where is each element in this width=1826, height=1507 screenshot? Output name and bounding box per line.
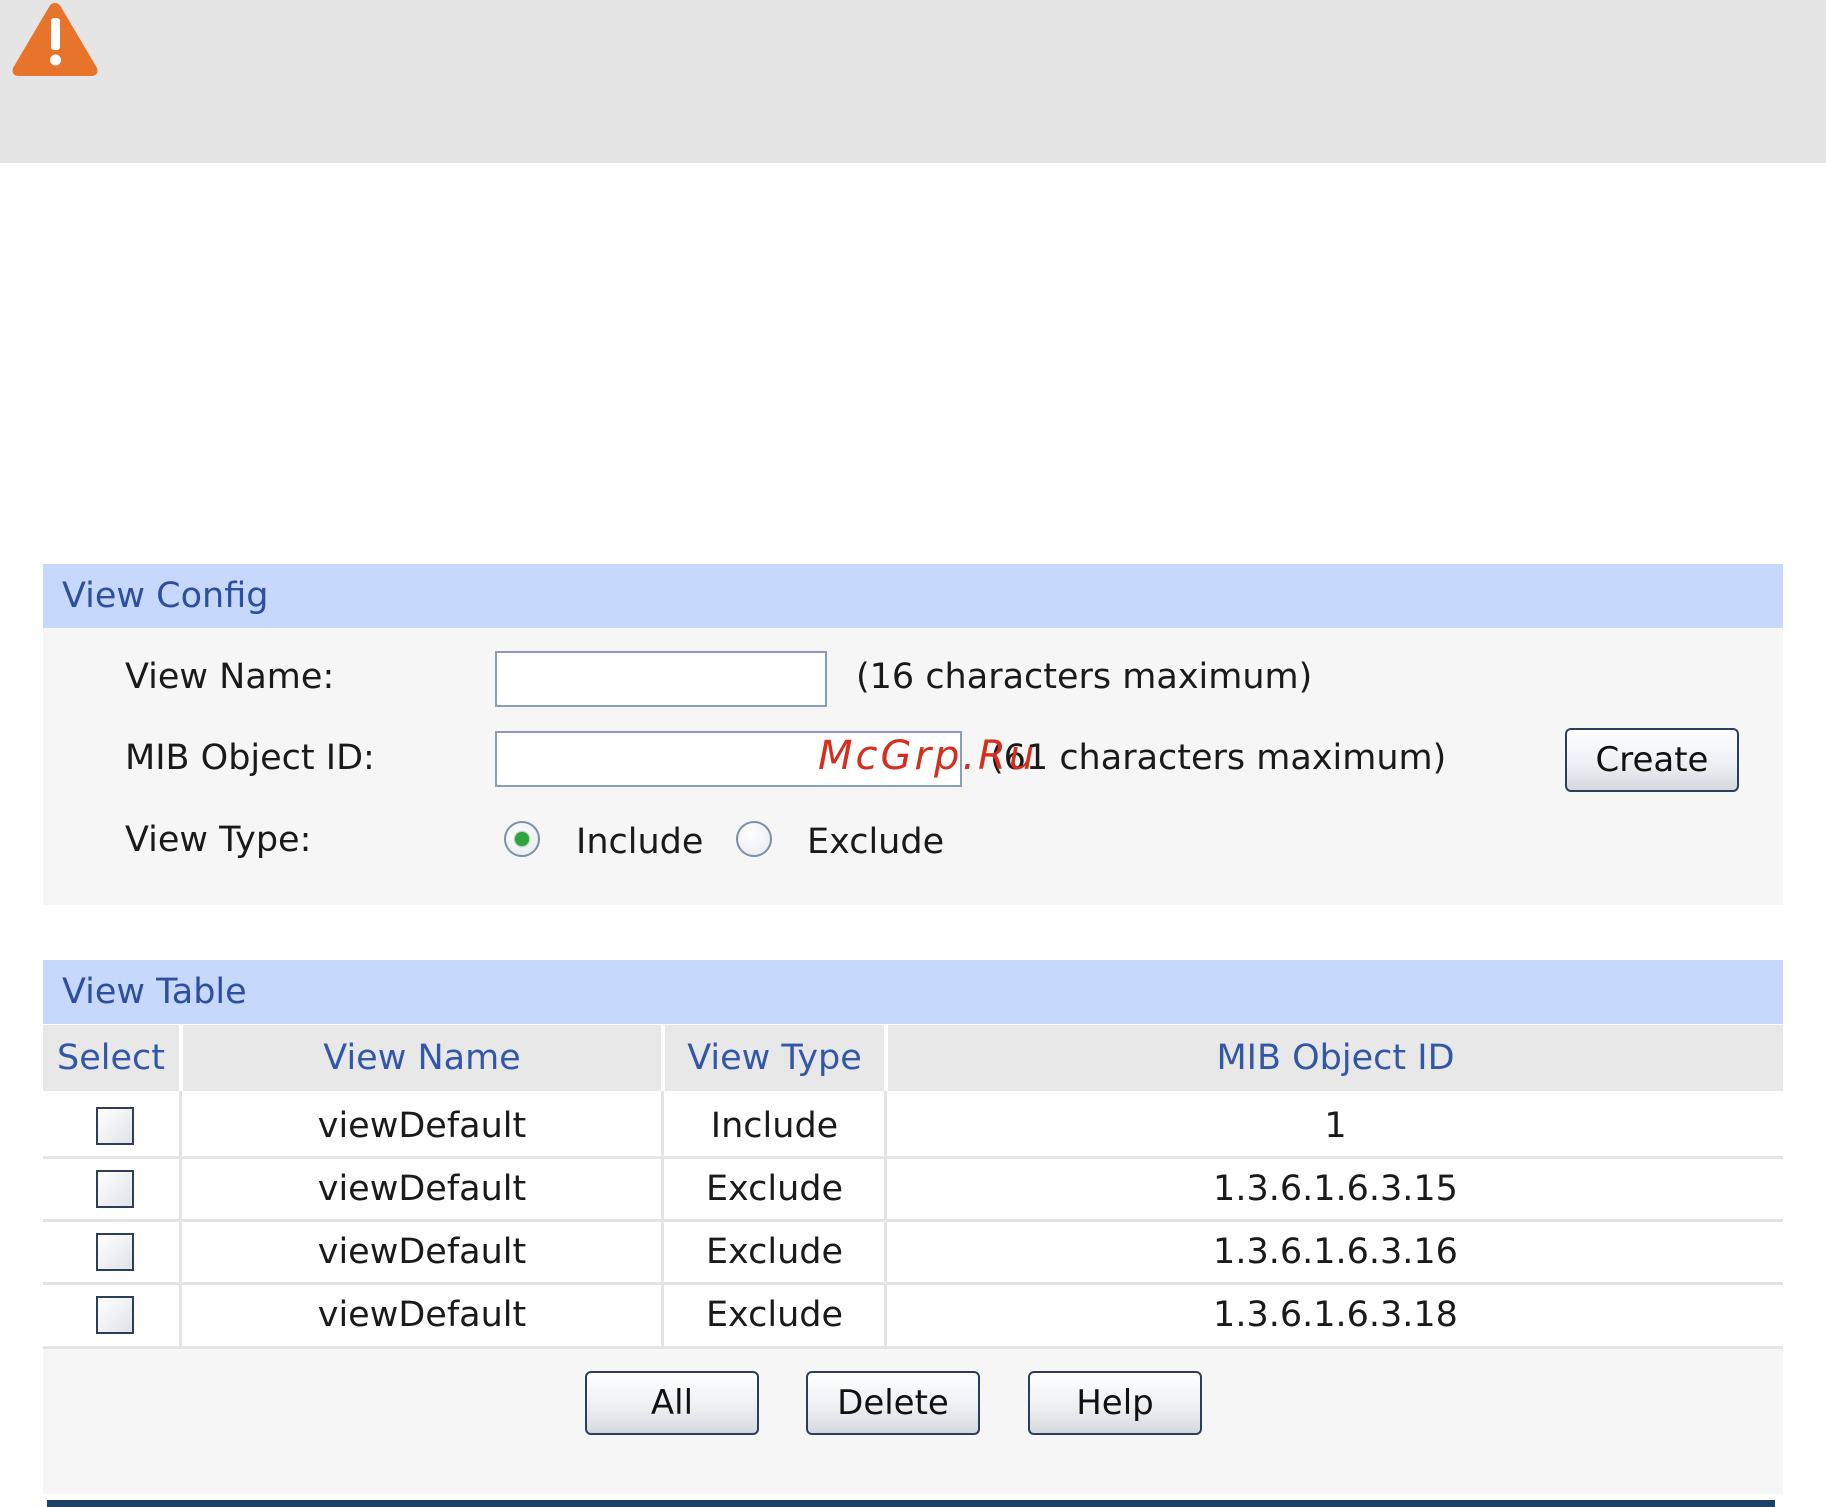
watermark: McGrp.Ru xyxy=(818,733,1038,779)
row-mib-object-id: 1.3.6.1.6.3.16 xyxy=(1213,1232,1458,1272)
view-type-exclude-label[interactable]: Exclude xyxy=(807,822,944,862)
column-header-mib-object-id: MIB Object ID xyxy=(888,1025,1783,1091)
row-view-type: Include xyxy=(710,1106,839,1146)
mib-object-id-label: MIB Object ID: xyxy=(125,738,375,778)
row-select-checkbox[interactable] xyxy=(96,1296,134,1334)
row-view-name: viewDefault xyxy=(317,1106,527,1146)
row-mib-object-id: 1 xyxy=(1324,1106,1347,1146)
view-config-header: View Config xyxy=(43,564,1783,628)
row-mib-object-id: 1.3.6.1.6.3.15 xyxy=(1213,1169,1458,1209)
view-type-include-label[interactable]: Include xyxy=(576,822,703,862)
column-header-select: Select xyxy=(43,1025,179,1091)
warning-banner xyxy=(0,0,1826,163)
view-name-hint: (16 characters maximum) xyxy=(856,657,1313,697)
view-type-include-radio[interactable] xyxy=(504,821,540,857)
row-view-name: viewDefault xyxy=(317,1169,527,1209)
row-view-name: viewDefault xyxy=(317,1232,527,1272)
view-name-input[interactable] xyxy=(495,651,827,707)
column-header-view-name: View Name xyxy=(183,1025,661,1091)
view-table-header: View Table xyxy=(43,960,1783,1024)
view-type-exclude-radio[interactable] xyxy=(736,821,772,857)
delete-button[interactable]: Delete xyxy=(806,1371,980,1435)
view-name-label: View Name: xyxy=(125,657,335,697)
row-mib-object-id: 1.3.6.1.6.3.18 xyxy=(1213,1295,1458,1335)
row-view-type: Exclude xyxy=(705,1232,844,1272)
row-view-type: Exclude xyxy=(705,1169,844,1209)
help-button[interactable]: Help xyxy=(1028,1371,1202,1435)
row-select-checkbox[interactable] xyxy=(96,1233,134,1271)
mib-object-id-hint: (61 characters maximum) xyxy=(990,738,1447,778)
select-all-button[interactable]: All xyxy=(585,1371,759,1435)
warning-triangle-icon xyxy=(12,3,98,76)
bottom-bar xyxy=(47,1500,1775,1507)
create-button[interactable]: Create xyxy=(1565,728,1739,792)
row-select-checkbox[interactable] xyxy=(96,1107,134,1145)
row-view-type: Exclude xyxy=(705,1295,844,1335)
column-header-view-type: View Type xyxy=(665,1025,884,1091)
radio-selected-dot xyxy=(515,832,529,846)
view-type-label: View Type: xyxy=(125,820,312,860)
row-select-checkbox[interactable] xyxy=(96,1170,134,1208)
row-view-name: viewDefault xyxy=(317,1295,527,1335)
